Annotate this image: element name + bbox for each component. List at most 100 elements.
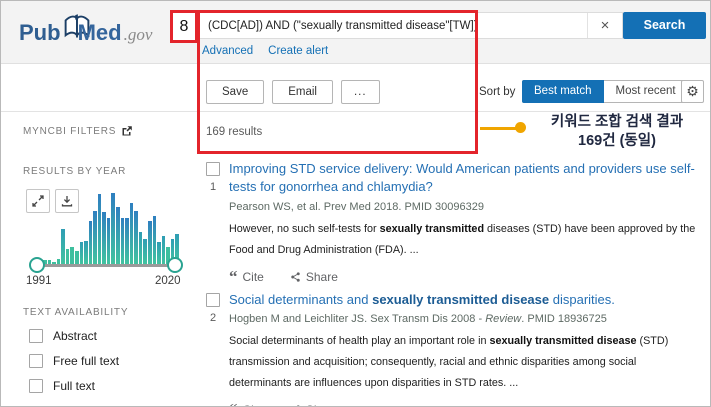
year-bar-2005[interactable] xyxy=(106,217,111,264)
year-bar-2013[interactable] xyxy=(143,239,147,264)
abstract-label: Abstract xyxy=(53,329,98,343)
year-bar-2004[interactable] xyxy=(102,212,106,264)
create-alert-link[interactable]: Create alert xyxy=(268,45,328,57)
result-item: 2 Social determinants and sexually trans… xyxy=(206,291,702,406)
filter-free-full-text[interactable]: Free full text xyxy=(29,354,119,368)
share-button[interactable]: Share xyxy=(290,403,338,406)
year-bar-2003[interactable] xyxy=(97,193,102,264)
year-bar-2009[interactable] xyxy=(125,217,129,264)
year-bar-2012[interactable] xyxy=(138,232,143,264)
cite-button[interactable]: “ Cite xyxy=(229,266,264,286)
external-link-icon[interactable] xyxy=(121,125,133,137)
annotation-connector-line xyxy=(480,127,517,130)
advanced-link[interactable]: Advanced xyxy=(202,45,253,57)
result-number: 1 xyxy=(209,181,217,193)
share-icon xyxy=(291,272,300,282)
more-options-button[interactable]: ... xyxy=(340,80,380,104)
result-number: 2 xyxy=(209,312,217,324)
myncbi-filters-label: MYNCBI FILTERS xyxy=(23,125,117,137)
clear-search-icon[interactable]: × xyxy=(587,13,622,38)
year-bar-2014[interactable] xyxy=(147,220,152,264)
full-text-label: Full text xyxy=(53,379,96,393)
result-select-column: 2 xyxy=(206,291,220,406)
search-input[interactable] xyxy=(198,13,594,38)
result-actions: “ Cite Share xyxy=(229,266,699,286)
results-by-year-heading: RESULTS BY YEAR xyxy=(23,166,126,177)
result-checkbox[interactable] xyxy=(206,162,220,176)
results-by-year-label: RESULTS BY YEAR xyxy=(23,166,127,177)
year-bar-2015[interactable] xyxy=(152,215,157,264)
year-bar-2007[interactable] xyxy=(116,207,120,264)
result-body: Improving STD service delivery: Would Am… xyxy=(229,160,699,286)
annotation-text-line2: 169건 (동일) xyxy=(578,133,656,149)
cite-quote-icon: “ xyxy=(229,266,238,286)
share-button[interactable]: Share xyxy=(290,270,338,284)
pubmed-page: Pub Med .gov × Search Advanced Create al… xyxy=(0,0,711,407)
sort-segmented-control: Best match Most recent xyxy=(522,80,689,103)
year-bar-2017[interactable] xyxy=(161,236,166,264)
logo-pub: Pub xyxy=(19,20,61,45)
year-bar-2001[interactable] xyxy=(88,220,93,264)
abstract-checkbox[interactable] xyxy=(29,329,43,343)
filter-full-text[interactable]: Full text xyxy=(29,379,95,393)
pubmed-logo[interactable]: Pub Med .gov xyxy=(19,13,152,46)
sort-most-recent-button[interactable]: Most recent xyxy=(603,81,688,102)
year-bar-1998[interactable] xyxy=(74,251,79,264)
save-button[interactable]: Save xyxy=(206,80,265,104)
cite-label: Cite xyxy=(242,269,264,284)
text-availability-heading: TEXT AVAILABILITY xyxy=(23,307,128,318)
filter-abstract[interactable]: Abstract xyxy=(29,329,97,343)
results-count: 169 results xyxy=(206,126,263,138)
result-title-link[interactable]: Social determinants and sexually transmi… xyxy=(229,291,699,309)
myncbi-filters-heading: MYNCBI FILTERS xyxy=(23,125,133,137)
year-slider-handle-start[interactable] xyxy=(29,257,45,273)
email-button[interactable]: Email xyxy=(272,80,333,104)
year-bar-1997[interactable] xyxy=(70,246,74,264)
year-bar-2016[interactable] xyxy=(157,242,161,264)
year-slider-handle-end[interactable] xyxy=(167,257,183,273)
year-bar-1999[interactable] xyxy=(79,242,84,264)
result-snippet: However, no such self-tests for sexually… xyxy=(229,222,696,256)
results-toolbar: Save Email ... xyxy=(206,80,380,104)
display-options-gear-icon[interactable]: ⚙ xyxy=(681,80,704,103)
result-actions: “ Cite Share xyxy=(229,401,699,406)
header-links: Advanced Create alert xyxy=(202,45,328,57)
free-full-text-label: Free full text xyxy=(53,354,120,368)
results-by-year-chart xyxy=(43,193,179,264)
annotation-connector-dot xyxy=(515,122,526,133)
annotation-step-number: 8 xyxy=(170,10,198,43)
year-bar-2010[interactable] xyxy=(129,202,134,264)
year-bar-2008[interactable] xyxy=(120,217,125,264)
year-bar-2000[interactable] xyxy=(84,241,88,264)
year-bar-2006[interactable] xyxy=(111,193,115,264)
year-bar-1995[interactable] xyxy=(61,229,65,264)
result-body: Social determinants and sexually transmi… xyxy=(229,291,699,406)
share-label: Share xyxy=(306,403,338,406)
text-availability-label: TEXT AVAILABILITY xyxy=(23,307,129,318)
logo-gov: .gov xyxy=(123,25,153,44)
year-end-label: 2020 xyxy=(155,275,181,287)
free-full-text-checkbox[interactable] xyxy=(29,354,43,368)
year-start-label: 1991 xyxy=(26,275,52,287)
year-bar-2011[interactable] xyxy=(134,210,138,264)
year-bar-2002[interactable] xyxy=(93,210,97,264)
cite-button[interactable]: “ Cite xyxy=(229,401,264,406)
toolbar-divider xyxy=(1,111,710,112)
result-select-column: 1 xyxy=(206,160,220,284)
result-item: 1 Improving STD service delivery: Would … xyxy=(206,160,702,286)
sort-best-match-button[interactable]: Best match xyxy=(522,80,604,103)
annotation-text: 키워드 조합 검색 결과 169건 (동일) xyxy=(528,113,706,151)
search-button[interactable]: Search xyxy=(623,12,706,39)
sort-by-label: Sort by xyxy=(479,86,516,98)
year-slider-track xyxy=(31,264,181,267)
result-title-link[interactable]: Improving STD service delivery: Would Am… xyxy=(229,160,699,197)
result-checkbox[interactable] xyxy=(206,293,220,307)
year-bar-1996[interactable] xyxy=(65,249,70,264)
cite-label: Cite xyxy=(243,403,264,406)
share-label: Share xyxy=(305,269,338,284)
header: Pub Med .gov × Search Advanced Create al… xyxy=(1,1,710,64)
logo-med: Med xyxy=(77,20,122,45)
full-text-checkbox[interactable] xyxy=(29,379,43,393)
annotation-text-line1: 키워드 조합 검색 결과 xyxy=(550,114,684,130)
result-citation: Pearson WS, et al. Prev Med 2018. PMID 3… xyxy=(229,200,484,213)
